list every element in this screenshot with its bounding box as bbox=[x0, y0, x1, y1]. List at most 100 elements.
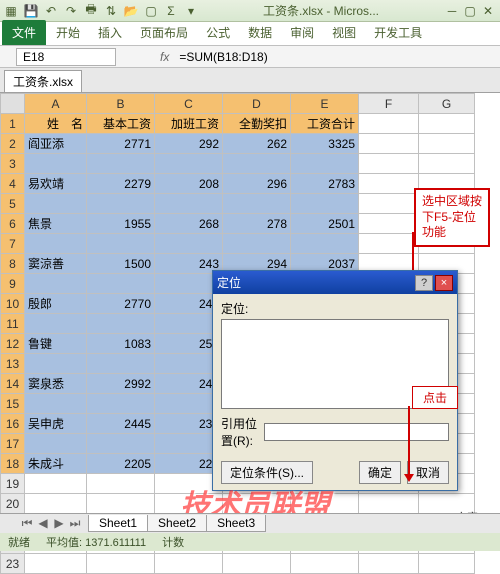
row-header[interactable]: 14 bbox=[1, 374, 25, 394]
cell[interactable] bbox=[87, 474, 155, 494]
row-header[interactable]: 7 bbox=[1, 234, 25, 254]
cell[interactable]: 2501 bbox=[291, 214, 359, 234]
row-header[interactable]: 18 bbox=[1, 454, 25, 474]
cell[interactable] bbox=[25, 554, 87, 574]
row-header[interactable]: 3 bbox=[1, 154, 25, 174]
row-header[interactable]: 12 bbox=[1, 334, 25, 354]
select-all-corner[interactable] bbox=[1, 94, 25, 114]
cell[interactable] bbox=[87, 314, 155, 334]
col-header-B[interactable]: B bbox=[87, 94, 155, 114]
tab-view[interactable]: 视图 bbox=[324, 20, 364, 45]
goto-special-button[interactable]: 定位条件(S)... bbox=[221, 461, 313, 484]
cell[interactable] bbox=[359, 214, 419, 234]
cell[interactable] bbox=[87, 434, 155, 454]
row-header[interactable]: 10 bbox=[1, 294, 25, 314]
cell[interactable]: 全勤奖扣 bbox=[223, 114, 291, 134]
sort-icon[interactable]: ⇅ bbox=[104, 4, 118, 18]
cell[interactable]: 3325 bbox=[291, 134, 359, 154]
ok-button[interactable]: 确定 bbox=[359, 461, 401, 484]
cell[interactable]: 窦涼善 bbox=[25, 254, 87, 274]
close-icon[interactable]: × bbox=[435, 275, 453, 291]
col-header-A[interactable]: A bbox=[25, 94, 87, 114]
undo-icon[interactable]: ↶ bbox=[44, 4, 58, 18]
cell[interactable]: 2445 bbox=[87, 414, 155, 434]
minimize-icon[interactable]: ─ bbox=[444, 4, 460, 18]
cell[interactable] bbox=[25, 354, 87, 374]
cell[interactable]: 2205 bbox=[87, 454, 155, 474]
cell[interactable]: 姓 名 bbox=[25, 114, 87, 134]
cell[interactable]: 268 bbox=[155, 214, 223, 234]
cell[interactable] bbox=[223, 194, 291, 214]
cell[interactable] bbox=[87, 554, 155, 574]
cell[interactable] bbox=[291, 554, 359, 574]
maximize-icon[interactable]: ▢ bbox=[462, 4, 478, 18]
sheet-nav-last-icon[interactable]: ⏭ bbox=[68, 516, 82, 531]
cell[interactable]: 292 bbox=[155, 134, 223, 154]
cell[interactable] bbox=[223, 554, 291, 574]
sheet-tab-1[interactable]: Sheet1 bbox=[88, 515, 148, 532]
cell[interactable] bbox=[155, 494, 223, 514]
row-header[interactable]: 4 bbox=[1, 174, 25, 194]
cell[interactable] bbox=[87, 274, 155, 294]
cell[interactable] bbox=[155, 194, 223, 214]
formula-input[interactable]: =SUM(B18:D18) bbox=[173, 48, 500, 66]
cell[interactable]: 加班工资 bbox=[155, 114, 223, 134]
reference-input[interactable] bbox=[264, 423, 449, 441]
cell[interactable] bbox=[87, 154, 155, 174]
dialog-titlebar[interactable]: 定位 ? × bbox=[213, 271, 457, 294]
tab-developer[interactable]: 开发工具 bbox=[366, 20, 430, 45]
cell[interactable] bbox=[223, 234, 291, 254]
cell[interactable] bbox=[359, 114, 419, 134]
sheet-nav-first-icon[interactable]: ⏮ bbox=[20, 516, 34, 531]
tab-home[interactable]: 开始 bbox=[48, 20, 88, 45]
cell[interactable] bbox=[25, 274, 87, 294]
cell[interactable] bbox=[25, 474, 87, 494]
help-icon[interactable]: ? bbox=[415, 275, 433, 291]
close-icon[interactable]: ✕ bbox=[480, 4, 496, 18]
cell[interactable] bbox=[223, 154, 291, 174]
cell[interactable] bbox=[359, 554, 419, 574]
row-header[interactable]: 15 bbox=[1, 394, 25, 414]
cell[interactable] bbox=[419, 134, 475, 154]
sheet-nav-next-icon[interactable]: ▶ bbox=[52, 516, 66, 531]
cell[interactable]: 窦泉悉 bbox=[25, 374, 87, 394]
row-header[interactable]: 13 bbox=[1, 354, 25, 374]
cell[interactable]: 296 bbox=[223, 174, 291, 194]
cell[interactable] bbox=[291, 494, 359, 514]
row-header[interactable]: 19 bbox=[1, 474, 25, 494]
col-header-E[interactable]: E bbox=[291, 94, 359, 114]
open-icon[interactable]: 📂 bbox=[124, 4, 138, 18]
col-header-F[interactable]: F bbox=[359, 94, 419, 114]
cell[interactable] bbox=[155, 554, 223, 574]
cell[interactable] bbox=[87, 234, 155, 254]
cell[interactable] bbox=[87, 494, 155, 514]
cell[interactable] bbox=[25, 394, 87, 414]
col-header-D[interactable]: D bbox=[223, 94, 291, 114]
cell[interactable] bbox=[359, 154, 419, 174]
cell[interactable] bbox=[359, 194, 419, 214]
more-icon[interactable]: ▾ bbox=[184, 4, 198, 18]
file-tab[interactable]: 文件 bbox=[2, 20, 46, 45]
row-header[interactable]: 8 bbox=[1, 254, 25, 274]
cell[interactable] bbox=[223, 494, 291, 514]
cell[interactable]: 2771 bbox=[87, 134, 155, 154]
row-header-1[interactable]: 1 bbox=[1, 114, 25, 134]
cell[interactable]: 1500 bbox=[87, 254, 155, 274]
fx-icon[interactable]: fx bbox=[156, 50, 173, 64]
cell[interactable]: 基本工资 bbox=[87, 114, 155, 134]
cell[interactable] bbox=[87, 194, 155, 214]
row-header[interactable]: 5 bbox=[1, 194, 25, 214]
workbook-tab[interactable]: 工资条.xlsx bbox=[4, 70, 82, 92]
row-header[interactable]: 9 bbox=[1, 274, 25, 294]
sheet-tab-3[interactable]: Sheet3 bbox=[206, 515, 266, 532]
cell[interactable] bbox=[359, 134, 419, 154]
cell[interactable] bbox=[419, 114, 475, 134]
row-header[interactable]: 23 bbox=[1, 554, 25, 574]
new-icon[interactable]: ▢ bbox=[144, 4, 158, 18]
tab-formulas[interactable]: 公式 bbox=[198, 20, 238, 45]
tab-page-layout[interactable]: 页面布局 bbox=[132, 20, 196, 45]
print-icon[interactable]: 🖶 bbox=[84, 4, 98, 18]
cell[interactable] bbox=[25, 494, 87, 514]
cell[interactable]: 易欢靖 bbox=[25, 174, 87, 194]
cell[interactable]: 焦景 bbox=[25, 214, 87, 234]
